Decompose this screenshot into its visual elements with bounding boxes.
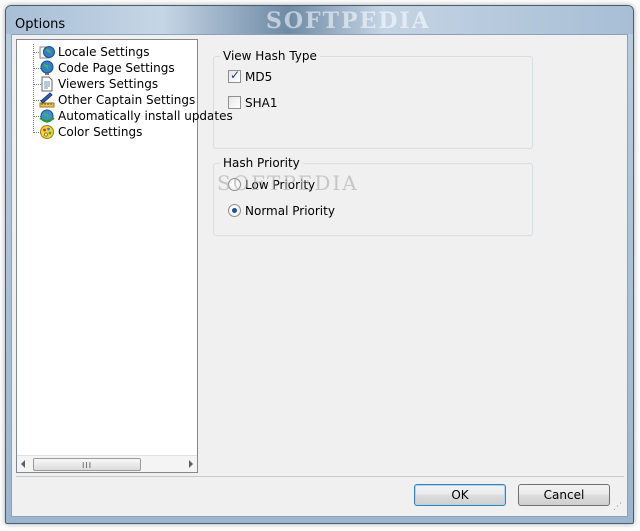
ok-button[interactable]: OK: [414, 484, 506, 506]
button-bar: OK Cancel ⋰: [16, 476, 624, 514]
tree-item-label: Code Page Settings: [58, 61, 175, 75]
tree-item-locale-settings[interactable]: Locale Settings: [17, 44, 197, 60]
tree-item-other-captain-settings[interactable]: Other Captain Settings: [17, 92, 197, 108]
tree-item-code-page-settings[interactable]: Code Page Settings: [17, 60, 197, 76]
tree-item-label: Automatically install updates: [58, 109, 233, 123]
tree-item-label: Other Captain Settings: [58, 93, 196, 107]
globe-icon: [39, 44, 55, 60]
watermark-logo-center: SOFTPEDIA: [217, 171, 359, 195]
options-window: Options SOFTPEDIA Locale Settings Code P…: [5, 5, 634, 524]
dialog-client-area: Locale Settings Code Page Settings Viewe…: [11, 34, 628, 517]
settings-tree[interactable]: Locale Settings Code Page Settings Viewe…: [16, 39, 233, 473]
normal-priority-label: Normal Priority: [245, 204, 335, 218]
sha1-checkbox[interactable]: [228, 96, 241, 109]
resize-grip-icon[interactable]: ⋰: [613, 502, 622, 512]
md5-checkbox[interactable]: ✓: [228, 68, 241, 83]
tree-horizontal-scrollbar[interactable]: III: [17, 455, 197, 472]
scroll-left-icon[interactable]: [21, 460, 25, 468]
window-title: Options: [15, 17, 66, 32]
radio-selected-dot: [232, 208, 237, 213]
cancel-button[interactable]: Cancel: [518, 484, 610, 506]
globe-icon: [39, 60, 55, 76]
scroll-right-icon[interactable]: [189, 460, 193, 468]
checkmark-icon: ✓: [230, 68, 241, 82]
color-palette-icon: [39, 124, 55, 140]
tree-item-label: Locale Settings: [58, 45, 150, 59]
group-title: Hash Priority: [220, 156, 303, 170]
sha1-label: SHA1: [245, 96, 278, 110]
tree-item-color-settings[interactable]: Color Settings: [17, 124, 197, 140]
tree-item-automatically-install-updates[interactable]: Automatically install updates: [17, 108, 233, 124]
update-globe-icon: [39, 108, 55, 124]
normal-priority-radio[interactable]: [228, 204, 241, 217]
tree-item-label: Color Settings: [58, 125, 143, 139]
md5-label: MD5: [245, 70, 273, 84]
tree-item-viewers-settings[interactable]: Viewers Settings: [17, 76, 197, 92]
tree-items: Locale Settings Code Page Settings Viewe…: [17, 44, 233, 140]
pencil-ruler-icon: [39, 92, 55, 108]
document-icon: [39, 76, 55, 92]
watermark-logo: SOFTPEDIA: [266, 8, 431, 34]
view-hash-type-group: View Hash Type ✓ MD5 SHA1: [213, 49, 533, 149]
scrollbar-thumb[interactable]: III: [33, 458, 141, 471]
title-bar[interactable]: Options SOFTPEDIA: [6, 6, 633, 34]
scrollbar-grip: III: [82, 461, 93, 470]
group-title: View Hash Type: [220, 49, 320, 63]
tree-item-label: Viewers Settings: [58, 77, 159, 91]
